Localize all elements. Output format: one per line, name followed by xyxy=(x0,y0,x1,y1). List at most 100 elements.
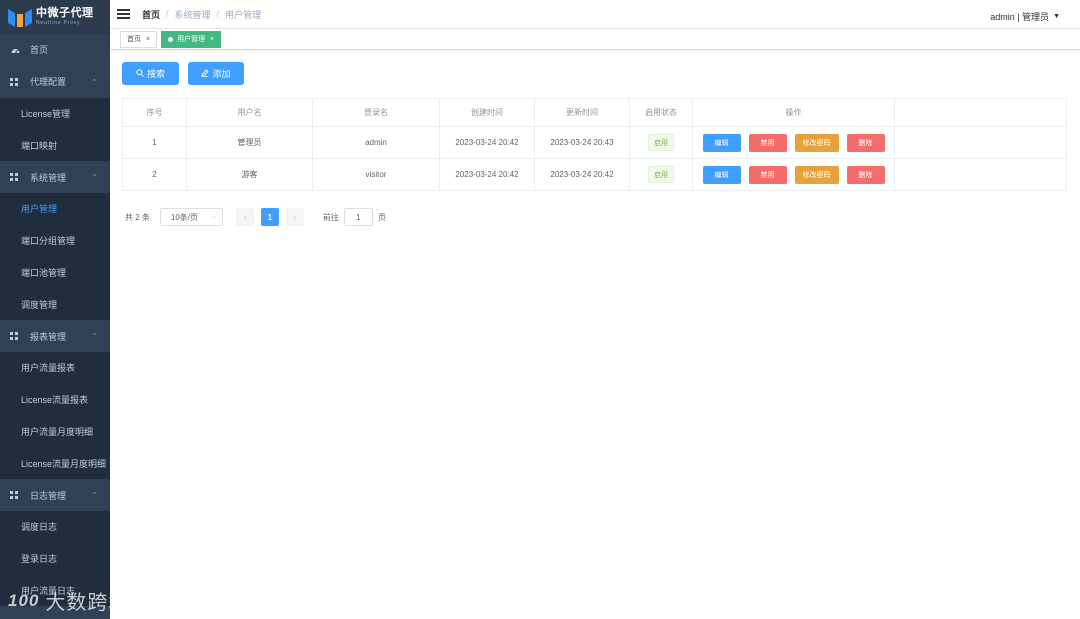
table-row: 2 游客 visitor 2023-03-24 20:42 2023-03-24… xyxy=(123,159,1066,190)
breadcrumb-separator: / xyxy=(166,9,169,19)
column-header-login: 登录名 xyxy=(313,99,440,126)
change-password-button[interactable]: 修改密码 xyxy=(794,133,839,152)
chevron-up-icon: ⌄ xyxy=(91,172,98,182)
sidebar-group-logs[interactable]: 日志管理 ⌄ xyxy=(0,479,110,511)
close-icon[interactable]: × xyxy=(146,36,150,43)
sidebar: 中微子代理 Neutrino Proxy 首页 代理配置 ⌄ License管理… xyxy=(0,0,110,619)
cell-created: 2023-03-24 20:42 xyxy=(440,127,535,158)
sidebar-item-user-monthly-detail[interactable]: 用户流量月度明细 xyxy=(0,415,110,448)
sidebar-item-label: 首页 xyxy=(30,45,49,56)
sidebar-item-label: License流量月度明细 xyxy=(21,458,107,469)
cell-index: 2 xyxy=(123,159,187,190)
cell-spacer xyxy=(895,127,1066,158)
tag-home[interactable]: 首页 × xyxy=(120,30,158,48)
sidebar-item-label: 用户流量月度明细 xyxy=(21,426,94,437)
sidebar-item-scheduling[interactable]: 调度管理 xyxy=(0,288,110,321)
sidebar-item-license-traffic-report[interactable]: License流量报表 xyxy=(0,383,110,416)
sidebar-item-login-log[interactable]: 登录日志 xyxy=(0,542,110,575)
cell-index: 1 xyxy=(123,127,187,158)
sidebar-item-label: 登录日志 xyxy=(21,554,58,565)
sidebar-group-system[interactable]: 系统管理 ⌄ xyxy=(0,161,110,193)
breadcrumb-item-system: 系统管理 xyxy=(174,9,211,20)
delete-button[interactable]: 删除 xyxy=(846,133,885,152)
cell-actions: 编辑 禁用 修改密码 删除 xyxy=(693,159,895,190)
tag-user-management[interactable]: 用户管理 × xyxy=(161,30,222,48)
status-badge: 启用 xyxy=(648,166,674,183)
brand-logo[interactable]: 中微子代理 Neutrino Proxy xyxy=(0,0,110,34)
sidebar-item-port-group[interactable]: 端口分组管理 xyxy=(0,224,110,257)
page-size-select[interactable]: 10条/页 ⌵ xyxy=(159,208,223,226)
sidebar-item-label: License流量报表 xyxy=(21,395,89,406)
cell-created: 2023-03-24 20:42 xyxy=(440,159,535,190)
cell-actions: 编辑 禁用 修改密码 删除 xyxy=(693,127,895,158)
grid-icon xyxy=(10,332,18,341)
breadcrumb-item-home[interactable]: 首页 xyxy=(142,8,160,21)
watermark-logo: 100 xyxy=(8,590,40,610)
prev-page-button[interactable]: ‹ xyxy=(235,208,254,226)
chevron-down-icon: ⌵ xyxy=(212,213,217,220)
column-header-spacer xyxy=(895,99,1066,126)
logo-icon xyxy=(8,9,32,27)
sidebar-item-license-monthly-detail[interactable]: License流量月度明细 xyxy=(0,447,110,480)
breadcrumb-item-current: 用户管理 xyxy=(225,9,262,20)
close-icon[interactable]: × xyxy=(210,36,214,43)
sidebar-item-label: 端口分组管理 xyxy=(21,236,76,247)
sidebar-item-port-pool[interactable]: 端口池管理 xyxy=(0,256,110,289)
sidebar-item-user-management[interactable]: 用户管理 xyxy=(0,192,110,225)
search-button[interactable]: 搜索 xyxy=(122,62,179,85)
chevron-up-icon: ⌄ xyxy=(91,76,98,86)
tags-view: 首页 × 用户管理 × xyxy=(110,28,1080,50)
column-header-index: 序号 xyxy=(123,99,187,126)
grid-icon xyxy=(10,173,18,182)
goto-label: 前往 xyxy=(322,212,339,222)
table-row: 1 管理员 admin 2023-03-24 20:42 2023-03-24 … xyxy=(123,127,1066,159)
sidebar-item-schedule-log[interactable]: 调度日志 xyxy=(0,510,110,543)
watermark-text: 大数跨境 xyxy=(45,592,130,614)
page-number-current[interactable]: 1 xyxy=(260,208,279,226)
edit-button[interactable]: 编辑 xyxy=(702,165,741,184)
user-name: admin | 管理员 xyxy=(990,12,1050,22)
active-dot-icon xyxy=(168,36,174,42)
sidebar-item-label: 系统管理 xyxy=(30,172,67,183)
add-button[interactable]: 添加 xyxy=(188,62,244,85)
sidebar-item-port-mapping[interactable]: 端口映射 xyxy=(0,129,110,162)
sidebar-item-label: 用户流量报表 xyxy=(21,363,76,374)
next-page-button[interactable]: › xyxy=(285,208,304,226)
cell-login: admin xyxy=(313,127,440,158)
tag-label: 首页 xyxy=(127,36,141,43)
dashboard-icon xyxy=(9,46,21,54)
sidebar-item-license[interactable]: License管理 xyxy=(0,97,110,130)
edit-button[interactable]: 编辑 xyxy=(702,133,741,152)
chevron-right-icon: › xyxy=(293,212,297,222)
brand-title: 中微子代理 xyxy=(36,7,94,19)
delete-button[interactable]: 删除 xyxy=(846,165,885,184)
user-dropdown[interactable]: admin | 管理员 ▼ xyxy=(990,10,1060,23)
table-header-row: 序号 用户名 登录名 创建时间 更新时间 启用状态 操作 xyxy=(123,99,1066,127)
hamburger-menu-icon[interactable] xyxy=(117,9,130,19)
sidebar-item-label: 端口映射 xyxy=(21,140,58,151)
sidebar-group-reports[interactable]: 报表管理 ⌄ xyxy=(0,320,110,352)
top-navbar: 首页 / 系统管理 / 用户管理 admin | 管理员 ▼ xyxy=(110,0,1080,28)
goto-page-input[interactable]: 1 xyxy=(343,208,373,226)
sidebar-item-user-traffic-report[interactable]: 用户流量报表 xyxy=(0,351,110,384)
sidebar-group-proxy-config[interactable]: 代理配置 ⌄ xyxy=(0,65,110,98)
brand-text: 中微子代理 Neutrino Proxy xyxy=(36,8,94,26)
chevron-up-icon: ⌄ xyxy=(91,331,98,341)
goto-suffix: 页 xyxy=(377,212,386,222)
cell-updated: 2023-03-24 20:42 xyxy=(535,159,630,190)
caret-down-icon: ▼ xyxy=(1053,13,1060,20)
column-header-created: 创建时间 xyxy=(440,99,535,126)
search-button-label: 搜索 xyxy=(146,69,165,79)
chevron-left-icon: ‹ xyxy=(243,212,247,222)
chevron-up-icon: ⌄ xyxy=(91,490,98,500)
cell-status: 启用 xyxy=(630,159,693,190)
breadcrumb-separator: / xyxy=(216,9,220,19)
add-button-label: 添加 xyxy=(212,69,231,79)
disable-button[interactable]: 禁用 xyxy=(748,165,787,184)
sidebar-item-home[interactable]: 首页 xyxy=(0,34,110,66)
cell-spacer xyxy=(895,159,1066,190)
disable-button[interactable]: 禁用 xyxy=(748,133,787,152)
grid-icon xyxy=(10,491,18,500)
status-badge: 启用 xyxy=(648,134,674,151)
change-password-button[interactable]: 修改密码 xyxy=(794,165,839,184)
